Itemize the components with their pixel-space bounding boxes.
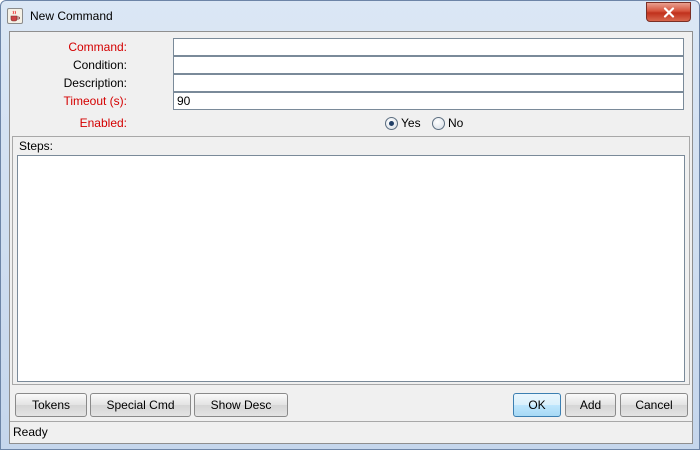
timeout-input[interactable] [173,92,684,110]
dialog-client-area: Command: Condition: Description: Timeout… [9,31,693,444]
enabled-label: Enabled: [79,116,127,130]
java-cup-icon [7,8,23,24]
title-bar[interactable]: New Command [1,1,699,31]
show-desc-button[interactable]: Show Desc [194,393,288,417]
tokens-button[interactable]: Tokens [15,393,87,417]
dialog-window: New Command Command: Condition: Descript… [0,0,700,450]
condition-input[interactable] [173,56,684,74]
enabled-yes-radio[interactable] [385,117,398,130]
command-form: Command: Condition: Description: Timeout… [12,34,690,135]
description-input[interactable] [173,74,684,92]
button-bar: Tokens Special Cmd Show Desc OK Add Canc… [12,390,690,420]
ok-button[interactable]: OK [513,393,561,417]
timeout-label: Timeout (s): [63,94,127,108]
close-icon [663,7,675,18]
status-bar: Ready [10,421,692,443]
steps-label: Steps: [19,139,54,153]
special-cmd-button[interactable]: Special Cmd [90,393,191,417]
add-button[interactable]: Add [565,393,616,417]
enabled-no-radio[interactable] [432,117,445,130]
enabled-no-label[interactable]: No [448,114,463,132]
window-title: New Command [30,9,113,23]
steps-panel: Steps: [12,136,690,385]
enabled-yes-label[interactable]: Yes [401,114,421,132]
cancel-button[interactable]: Cancel [620,393,688,417]
close-button[interactable] [646,2,691,22]
description-label: Description: [63,76,127,90]
steps-textarea[interactable] [17,155,685,382]
command-label: Command: [68,40,127,54]
command-input[interactable] [173,38,684,56]
condition-label: Condition: [72,58,127,72]
status-text: Ready [13,425,48,439]
